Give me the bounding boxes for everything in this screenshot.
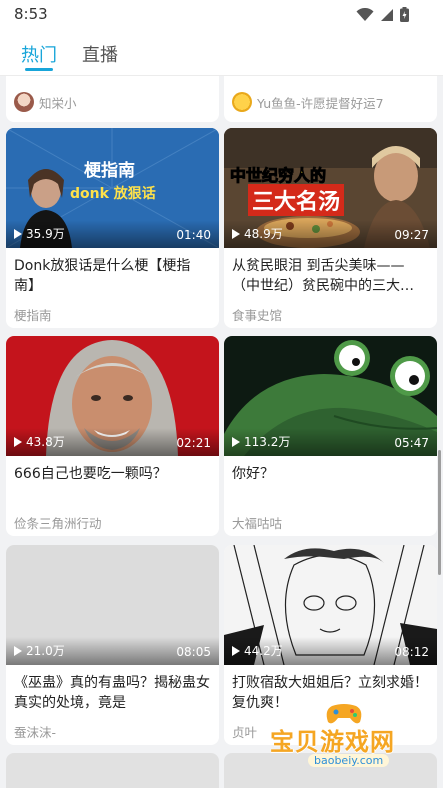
video-author[interactable]: 大福咕咕 xyxy=(232,513,282,532)
video-duration: 01:40 xyxy=(176,228,211,242)
video-author[interactable]: 蚕沫沫- xyxy=(14,722,56,741)
thumbnail-caption: 梗指南 xyxy=(84,161,135,181)
video-card-partial[interactable]: Yu鱼鱼-许愿提督好运7 xyxy=(224,76,437,122)
play-icon xyxy=(232,228,240,239)
watermark-url: baobeiy.com xyxy=(308,754,390,767)
avatar xyxy=(14,92,34,112)
thumbnail-caption: 三大名汤 xyxy=(248,184,345,216)
video-thumbnail[interactable]: 21.0万 08:05 xyxy=(6,545,219,665)
video-author[interactable]: 食事史馆 xyxy=(232,305,282,324)
play-icon xyxy=(14,645,22,656)
status-icons xyxy=(356,7,409,22)
play-icon xyxy=(232,436,240,447)
tab-indicator xyxy=(25,68,53,71)
signal-icon xyxy=(381,8,393,21)
card-author: Yu鱼鱼-许愿提督好运7 xyxy=(257,95,384,111)
author-row: Yu鱼鱼-许愿提督好运7 xyxy=(232,92,384,112)
video-card[interactable]: 中世纪穷人的 三大名汤 48.9万 09:27 从贫民眼泪 到舌尖美味——（中世… xyxy=(224,128,437,328)
tab-bar: 热门 直播 xyxy=(0,30,443,76)
tab-hot[interactable]: 热门 xyxy=(21,41,57,67)
video-duration: 08:05 xyxy=(176,645,211,659)
watermark: 宝贝游戏网 baobeiy.com xyxy=(262,700,422,780)
status-time: 8:53 xyxy=(14,5,48,23)
video-title[interactable]: 《巫蛊》真的有蛊吗？揭秘蛊女真实的处境，竟是 xyxy=(14,673,211,713)
video-card-partial[interactable]: 知栄小 xyxy=(6,76,219,122)
avatar xyxy=(232,92,252,112)
video-card[interactable]: 43.8万 02:21 666自己也要吃一颗吗？ 俭条三角洲行动 xyxy=(6,336,219,536)
play-icon xyxy=(14,228,22,239)
play-icon xyxy=(232,645,240,656)
video-feed[interactable]: 知栄小 Yu鱼鱼-许愿提督好运7 梗指南 donk 放狠话 35.9万 01:4… xyxy=(0,76,443,788)
view-count: 48.9万 xyxy=(232,225,283,242)
view-count: 43.8万 xyxy=(14,433,65,450)
video-card[interactable]: 梗指南 donk 放狠话 35.9万 01:40 Donk放狠话是什么梗【梗指南… xyxy=(6,128,219,328)
view-count: 35.9万 xyxy=(14,225,65,242)
view-count: 44.2万 xyxy=(232,642,283,659)
author-row: 知栄小 xyxy=(14,92,77,112)
card-author: 知栄小 xyxy=(39,95,77,111)
status-bar: 8:53 xyxy=(0,0,443,30)
thumbnail-caption: donk 放狠话 xyxy=(70,186,156,202)
video-thumbnail[interactable]: 梗指南 donk 放狠话 35.9万 01:40 xyxy=(6,128,219,248)
video-duration: 05:47 xyxy=(394,436,429,450)
video-thumbnail[interactable]: 113.2万 05:47 xyxy=(224,336,437,456)
video-title[interactable]: 从贫民眼泪 到舌尖美味——（中世纪）贫民碗中的三大… xyxy=(232,256,429,296)
video-duration: 02:21 xyxy=(176,436,211,450)
play-icon xyxy=(14,436,22,447)
video-card[interactable]: 21.0万 08:05 《巫蛊》真的有蛊吗？揭秘蛊女真实的处境，竟是 蚕沫沫- xyxy=(6,545,219,745)
view-count: 21.0万 xyxy=(14,642,65,659)
video-title[interactable]: 你好？ xyxy=(232,464,429,504)
video-author[interactable]: 梗指南 xyxy=(14,305,52,324)
video-card-partial[interactable] xyxy=(6,753,219,788)
thumbnail-caption: 中世纪穷人的 xyxy=(229,166,327,186)
video-thumbnail[interactable]: 43.8万 02:21 xyxy=(6,336,219,456)
video-title[interactable]: 666自己也要吃一颗吗？ xyxy=(14,464,211,504)
video-author[interactable]: 贞叶 xyxy=(232,722,257,741)
video-thumbnail[interactable]: 44.2万 08:12 xyxy=(224,545,437,665)
video-duration: 09:27 xyxy=(394,228,429,242)
view-count: 113.2万 xyxy=(232,433,290,450)
video-duration: 08:12 xyxy=(394,645,429,659)
video-card[interactable]: 113.2万 05:47 你好？ 大福咕咕 xyxy=(224,336,437,536)
feed-scrollbar[interactable] xyxy=(438,450,441,575)
battery-icon xyxy=(400,7,409,22)
video-title[interactable]: Donk放狠话是什么梗【梗指南】 xyxy=(14,256,211,296)
video-thumbnail[interactable]: 中世纪穷人的 三大名汤 48.9万 09:27 xyxy=(224,128,437,248)
watermark-brand: 宝贝游戏网 xyxy=(270,728,395,756)
tab-live[interactable]: 直播 xyxy=(82,41,118,67)
video-author[interactable]: 俭条三角洲行动 xyxy=(14,513,102,532)
wifi-icon xyxy=(356,7,374,21)
